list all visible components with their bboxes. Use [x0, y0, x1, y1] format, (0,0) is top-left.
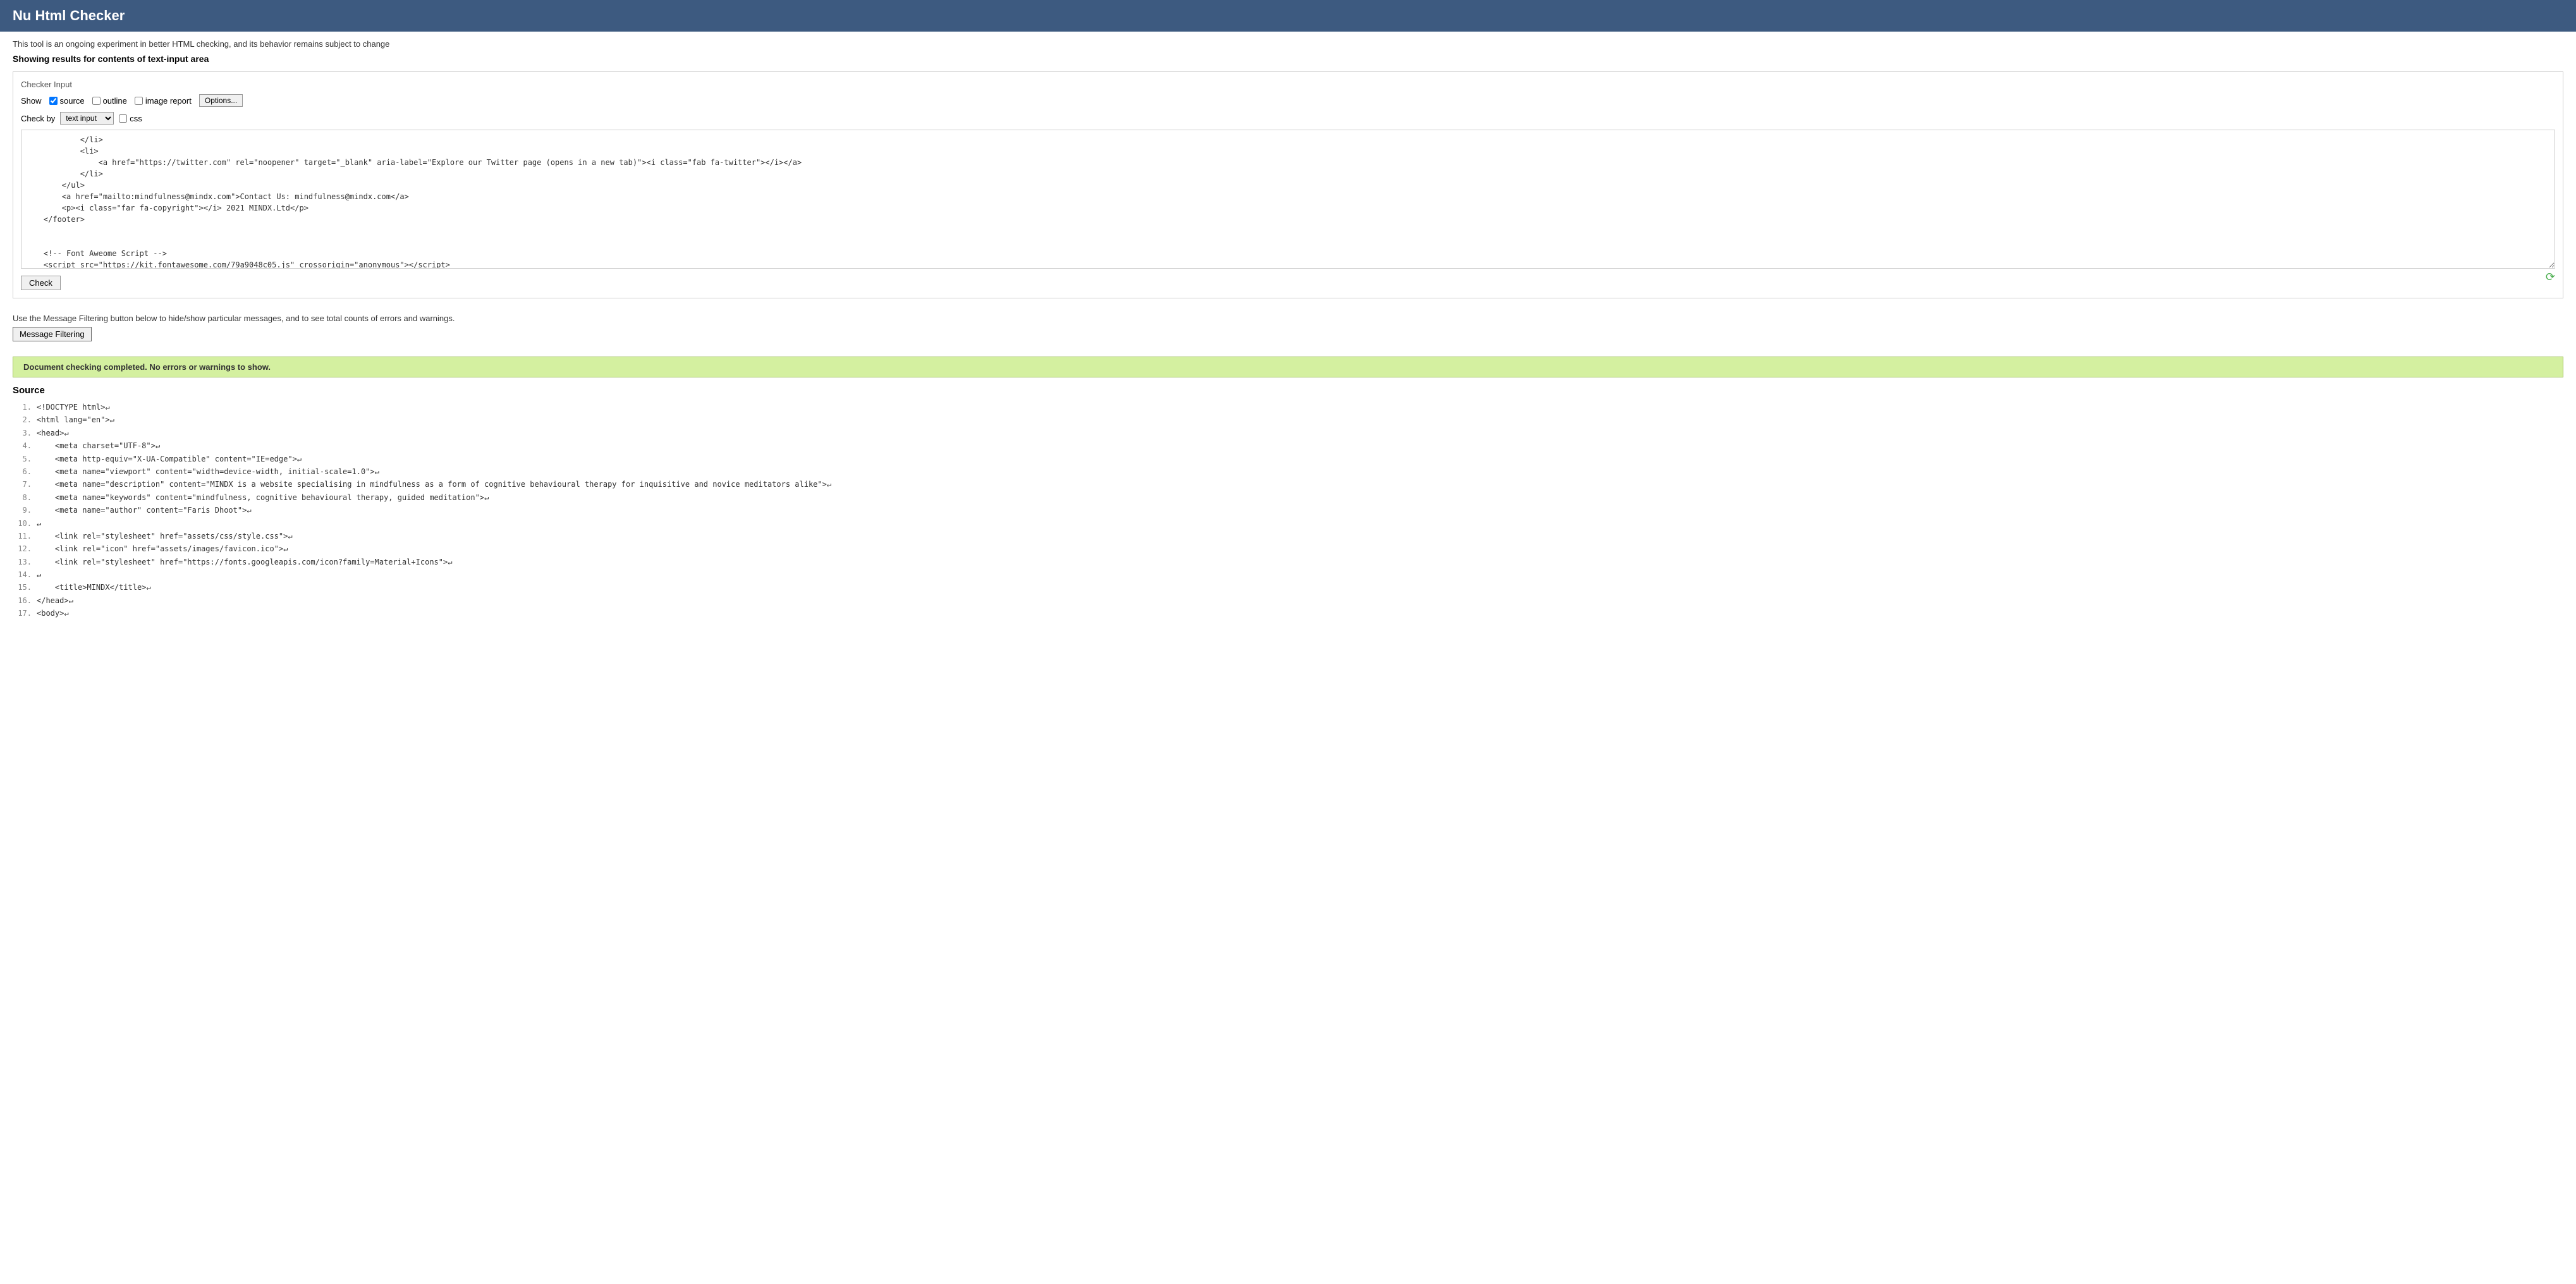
- line-number: 5.: [13, 453, 32, 465]
- line-content: <head>↵: [37, 427, 69, 439]
- image-report-checkbox[interactable]: [135, 97, 143, 105]
- table-row: 12. <link rel="icon" href="assets/images…: [13, 542, 2563, 555]
- image-report-label: image report: [145, 96, 192, 106]
- table-row: 11. <link rel="stylesheet" href="assets/…: [13, 530, 2563, 542]
- css-checkbox-label[interactable]: css: [119, 114, 142, 123]
- success-text: Document checking completed. No errors o…: [23, 362, 271, 372]
- line-number: 15.: [13, 581, 32, 594]
- line-content: <link rel="stylesheet" href="assets/css/…: [37, 530, 293, 542]
- line-number: 14.: [13, 568, 32, 581]
- showing-results-text: Showing results for contents of text-inp…: [13, 54, 2563, 64]
- table-row: 14. ↵: [13, 568, 2563, 581]
- line-content: <link rel="stylesheet" href="https://fon…: [37, 556, 452, 568]
- message-filtering-button[interactable]: Message Filtering: [13, 327, 92, 341]
- line-content: <meta charset="UTF-8">↵: [37, 439, 160, 452]
- line-number: 10.: [13, 517, 32, 530]
- outline-label: outline: [103, 96, 127, 106]
- message-filtering-section: Use the Message Filtering button below t…: [13, 309, 2563, 346]
- outline-checkbox-label[interactable]: outline: [92, 96, 127, 106]
- table-row: 10. ↵: [13, 517, 2563, 530]
- table-row: 4. <meta charset="UTF-8">↵: [13, 439, 2563, 452]
- checker-input-section: Checker Input Show source outline image …: [13, 71, 2563, 298]
- line-number: 12.: [13, 542, 32, 555]
- refresh-icon[interactable]: ⟳: [2546, 271, 2555, 284]
- app-title: Nu Html Checker: [13, 8, 125, 23]
- check-button[interactable]: Check: [21, 276, 61, 290]
- table-row: 7. <meta name="description" content="MIN…: [13, 478, 2563, 491]
- line-number: 8.: [13, 491, 32, 504]
- line-content: <body>↵: [37, 607, 69, 620]
- line-content: <meta name="viewport" content="width=dev…: [37, 465, 379, 478]
- line-content: </head>↵: [37, 594, 73, 607]
- line-number: 11.: [13, 530, 32, 542]
- line-number: 13.: [13, 556, 32, 568]
- line-content: <title>MINDX</title>↵: [37, 581, 151, 594]
- line-number: 17.: [13, 607, 32, 620]
- table-row: 15. <title>MINDX</title>↵: [13, 581, 2563, 594]
- code-textarea[interactable]: </li> <li> <a href="https://twitter.com"…: [21, 130, 2555, 269]
- line-number: 1.: [13, 401, 32, 413]
- code-textarea-wrapper: </li> <li> <a href="https://twitter.com"…: [21, 130, 2555, 271]
- show-options-row: Show source outline image report Options…: [21, 94, 2555, 107]
- line-content: <link rel="icon" href="assets/images/fav…: [37, 542, 288, 555]
- image-report-checkbox-label[interactable]: image report: [135, 96, 192, 106]
- line-number: 6.: [13, 465, 32, 478]
- outline-checkbox[interactable]: [92, 97, 101, 105]
- line-number: 7.: [13, 478, 32, 491]
- source-checkbox-label[interactable]: source: [49, 96, 85, 106]
- table-row: 3. <head>↵: [13, 427, 2563, 439]
- source-code-block: 1. <!DOCTYPE html>↵ 2. <html lang="en">↵ 3. <…: [13, 401, 2563, 620]
- table-row: 8. <meta name="keywords" content="mindfu…: [13, 491, 2563, 504]
- line-content: <meta name="author" content="Faris Dhoot…: [37, 504, 252, 517]
- check-by-select[interactable]: text input file upload address: [60, 112, 114, 125]
- table-row: 16. </head>↵: [13, 594, 2563, 607]
- css-checkbox[interactable]: [119, 114, 127, 123]
- table-row: 13. <link rel="stylesheet" href="https:/…: [13, 556, 2563, 568]
- table-row: 1. <!DOCTYPE html>↵: [13, 401, 2563, 413]
- table-row: 2. <html lang="en">↵: [13, 413, 2563, 426]
- source-title: Source: [13, 385, 2563, 396]
- line-number: 16.: [13, 594, 32, 607]
- line-content: <!DOCTYPE html>↵: [37, 401, 110, 413]
- table-row: 17. <body>↵: [13, 607, 2563, 620]
- line-content: <meta http-equiv="X-UA-Compatible" conte…: [37, 453, 302, 465]
- line-content: ↵: [37, 517, 41, 530]
- source-section: Source 1. <!DOCTYPE html>↵ 2. <html lang="e…: [13, 385, 2563, 620]
- checker-input-label: Checker Input: [21, 80, 2555, 89]
- line-content: ↵: [37, 568, 41, 581]
- line-number: 2.: [13, 413, 32, 426]
- options-button[interactable]: Options...: [199, 94, 243, 107]
- table-row: 6. <meta name="viewport" content="width=…: [13, 465, 2563, 478]
- subtitle-text: This tool is an ongoing experiment in be…: [13, 39, 2563, 49]
- line-content: <html lang="en">↵: [37, 413, 114, 426]
- table-row: 9. <meta name="author" content="Faris Dh…: [13, 504, 2563, 517]
- message-filtering-description: Use the Message Filtering button below t…: [13, 314, 2563, 323]
- line-number: 9.: [13, 504, 32, 517]
- line-number: 3.: [13, 427, 32, 439]
- line-content: <meta name="description" content="MINDX …: [37, 478, 831, 491]
- source-checkbox[interactable]: [49, 97, 58, 105]
- line-content: <meta name="keywords" content="mindfulne…: [37, 491, 489, 504]
- show-label: Show: [21, 96, 42, 106]
- success-banner: Document checking completed. No errors o…: [13, 357, 2563, 377]
- table-row: 5. <meta http-equiv="X-UA-Compatible" co…: [13, 453, 2563, 465]
- check-by-label: Check by: [21, 114, 55, 123]
- main-content: This tool is an ongoing experiment in be…: [0, 32, 2576, 628]
- page-header: Nu Html Checker: [0, 0, 2576, 32]
- line-number: 4.: [13, 439, 32, 452]
- check-by-row: Check by text input file upload address …: [21, 112, 2555, 125]
- css-label: css: [130, 114, 142, 123]
- source-label: source: [60, 96, 85, 106]
